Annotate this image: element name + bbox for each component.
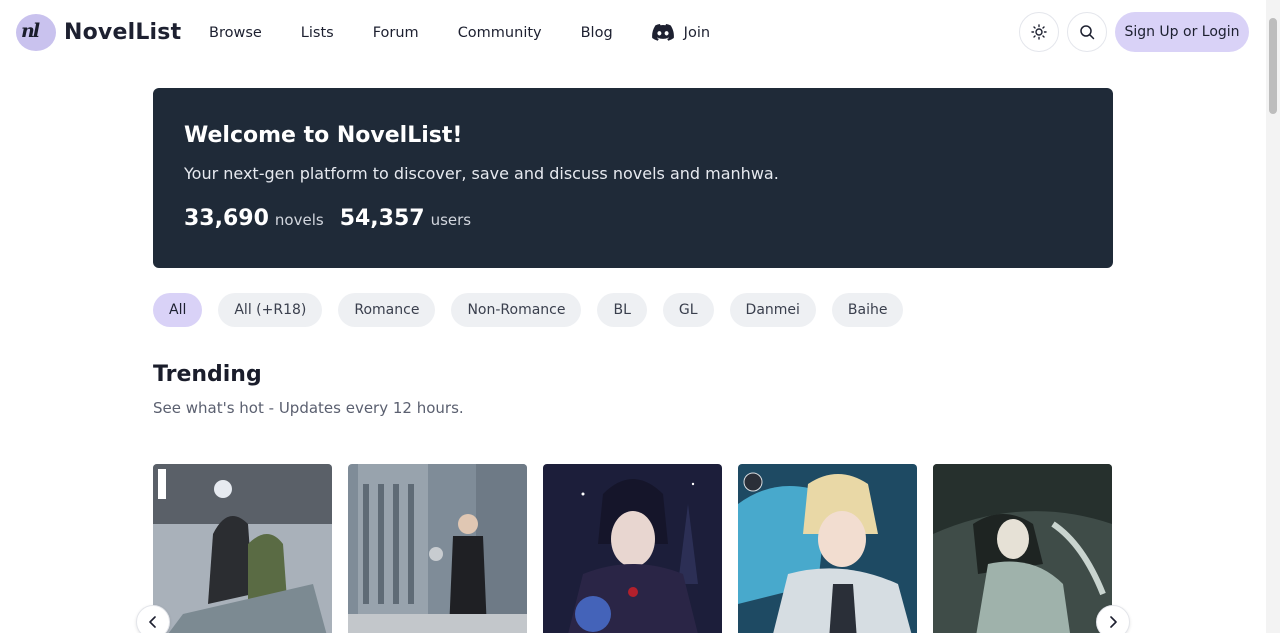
search-button[interactable] [1067, 12, 1107, 52]
filter-baihe[interactable]: Baihe [831, 293, 904, 327]
cover-4-image [738, 464, 917, 633]
filter-romance[interactable]: Romance [338, 293, 436, 327]
cover-3-image [543, 464, 722, 633]
trending-carousel [153, 464, 1113, 633]
sun-icon [1031, 24, 1047, 40]
scrollbar-thumb[interactable] [1269, 18, 1277, 114]
nav-join-discord[interactable]: Join [651, 24, 711, 41]
nav-forum[interactable]: Forum [373, 25, 419, 41]
nav-browse[interactable]: Browse [209, 25, 262, 41]
main-nav: Browse Lists Forum Community Blog Join [209, 24, 710, 41]
welcome-subtitle: Your next-gen platform to discover, save… [184, 164, 779, 183]
logo-mark-text: nl [21, 20, 40, 42]
novels-count: 33,690 [184, 206, 269, 231]
site-header: nl NovelList Browse Lists Forum Communit… [0, 0, 1266, 66]
novel-cover-card[interactable] [348, 464, 527, 633]
genre-filter-bar: All All (+R18) Romance Non-Romance BL GL… [153, 293, 919, 327]
cover-5-image [933, 464, 1112, 633]
theme-toggle-button[interactable] [1019, 12, 1059, 52]
users-label: users [430, 211, 472, 229]
discord-icon [651, 24, 674, 41]
nav-lists[interactable]: Lists [301, 25, 334, 41]
novel-cover-card[interactable] [153, 464, 332, 633]
filter-non-romance[interactable]: Non-Romance [451, 293, 582, 327]
filter-all-r18[interactable]: All (+R18) [218, 293, 323, 327]
novel-cover-card[interactable] [543, 464, 722, 633]
logo-text: NovelList [64, 20, 182, 45]
signup-login-button[interactable]: Sign Up or Login [1115, 12, 1249, 52]
welcome-banner: Welcome to NovelList! Your next-gen plat… [153, 88, 1113, 268]
nav-community[interactable]: Community [458, 25, 542, 41]
join-label: Join [683, 24, 711, 41]
trending-heading: Trending [153, 362, 262, 387]
page-scrollbar[interactable] [1266, 0, 1280, 633]
cover-1-image [153, 464, 332, 633]
chevron-left-icon [149, 616, 156, 628]
users-count: 54,357 [339, 206, 425, 231]
filter-all[interactable]: All [153, 293, 203, 327]
welcome-title: Welcome to NovelList! [184, 123, 463, 148]
trending-subtitle: See what's hot - Updates every 12 hours. [153, 399, 464, 417]
site-stats: 33,690 novels 54,357 users [184, 206, 487, 231]
carousel-prev-button[interactable] [136, 605, 170, 633]
site-logo[interactable]: nl NovelList [16, 14, 181, 51]
novels-label: novels [274, 211, 324, 229]
novel-cover-card[interactable] [933, 464, 1112, 633]
filter-gl[interactable]: GL [662, 293, 714, 327]
logo-mark: nl [16, 14, 56, 51]
search-icon [1080, 25, 1095, 40]
filter-bl[interactable]: BL [597, 293, 647, 327]
carousel-next-button[interactable] [1096, 605, 1130, 633]
chevron-right-icon [1110, 616, 1117, 628]
nav-blog[interactable]: Blog [581, 25, 613, 41]
filter-danmei[interactable]: Danmei [729, 293, 816, 327]
novel-cover-card[interactable] [738, 464, 917, 633]
cover-2-image [348, 464, 527, 633]
